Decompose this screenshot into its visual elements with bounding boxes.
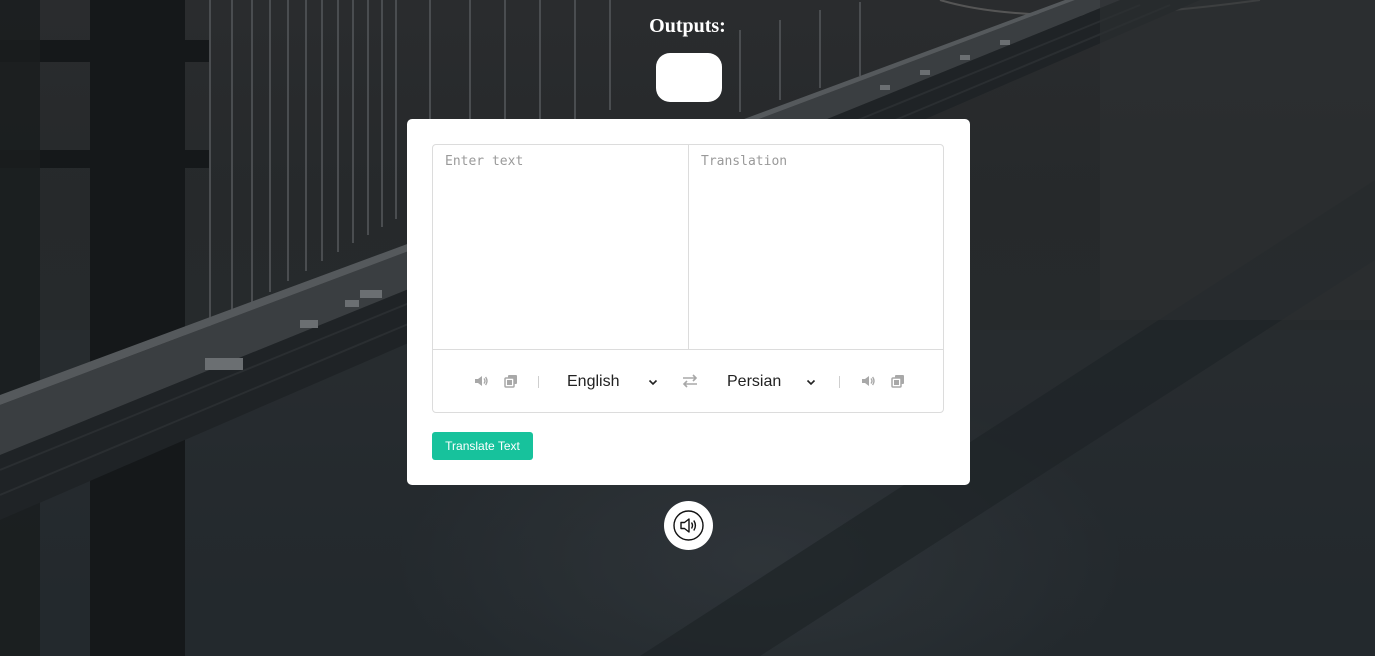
- outputs-title: Outputs:: [649, 15, 726, 37]
- translate-button[interactable]: Translate Text: [432, 432, 533, 460]
- translation-output[interactable]: [689, 145, 945, 349]
- translator-wrapper: English Persian: [432, 144, 945, 413]
- divider: [839, 376, 840, 388]
- copy-icon[interactable]: [890, 373, 906, 389]
- exchange-icon[interactable]: [681, 373, 699, 389]
- copy-icon[interactable]: [503, 373, 519, 389]
- target-language-label: Persian: [727, 373, 782, 390]
- volume-icon[interactable]: [860, 373, 876, 389]
- controls-row: English Persian: [433, 349, 943, 412]
- divider: [538, 376, 539, 388]
- speaker-icon: [673, 510, 704, 541]
- speak-button[interactable]: [664, 501, 713, 550]
- source-text-input[interactable]: [433, 145, 689, 349]
- chevron-down-icon: [648, 379, 658, 386]
- target-language-select[interactable]: Persian: [727, 368, 823, 396]
- source-language-label: English: [567, 373, 620, 390]
- volume-icon[interactable]: [473, 373, 489, 389]
- chevron-down-icon: [806, 379, 816, 386]
- output-box: [656, 53, 722, 102]
- translator-card: English Persian: [407, 119, 970, 485]
- source-language-select[interactable]: English: [567, 368, 663, 396]
